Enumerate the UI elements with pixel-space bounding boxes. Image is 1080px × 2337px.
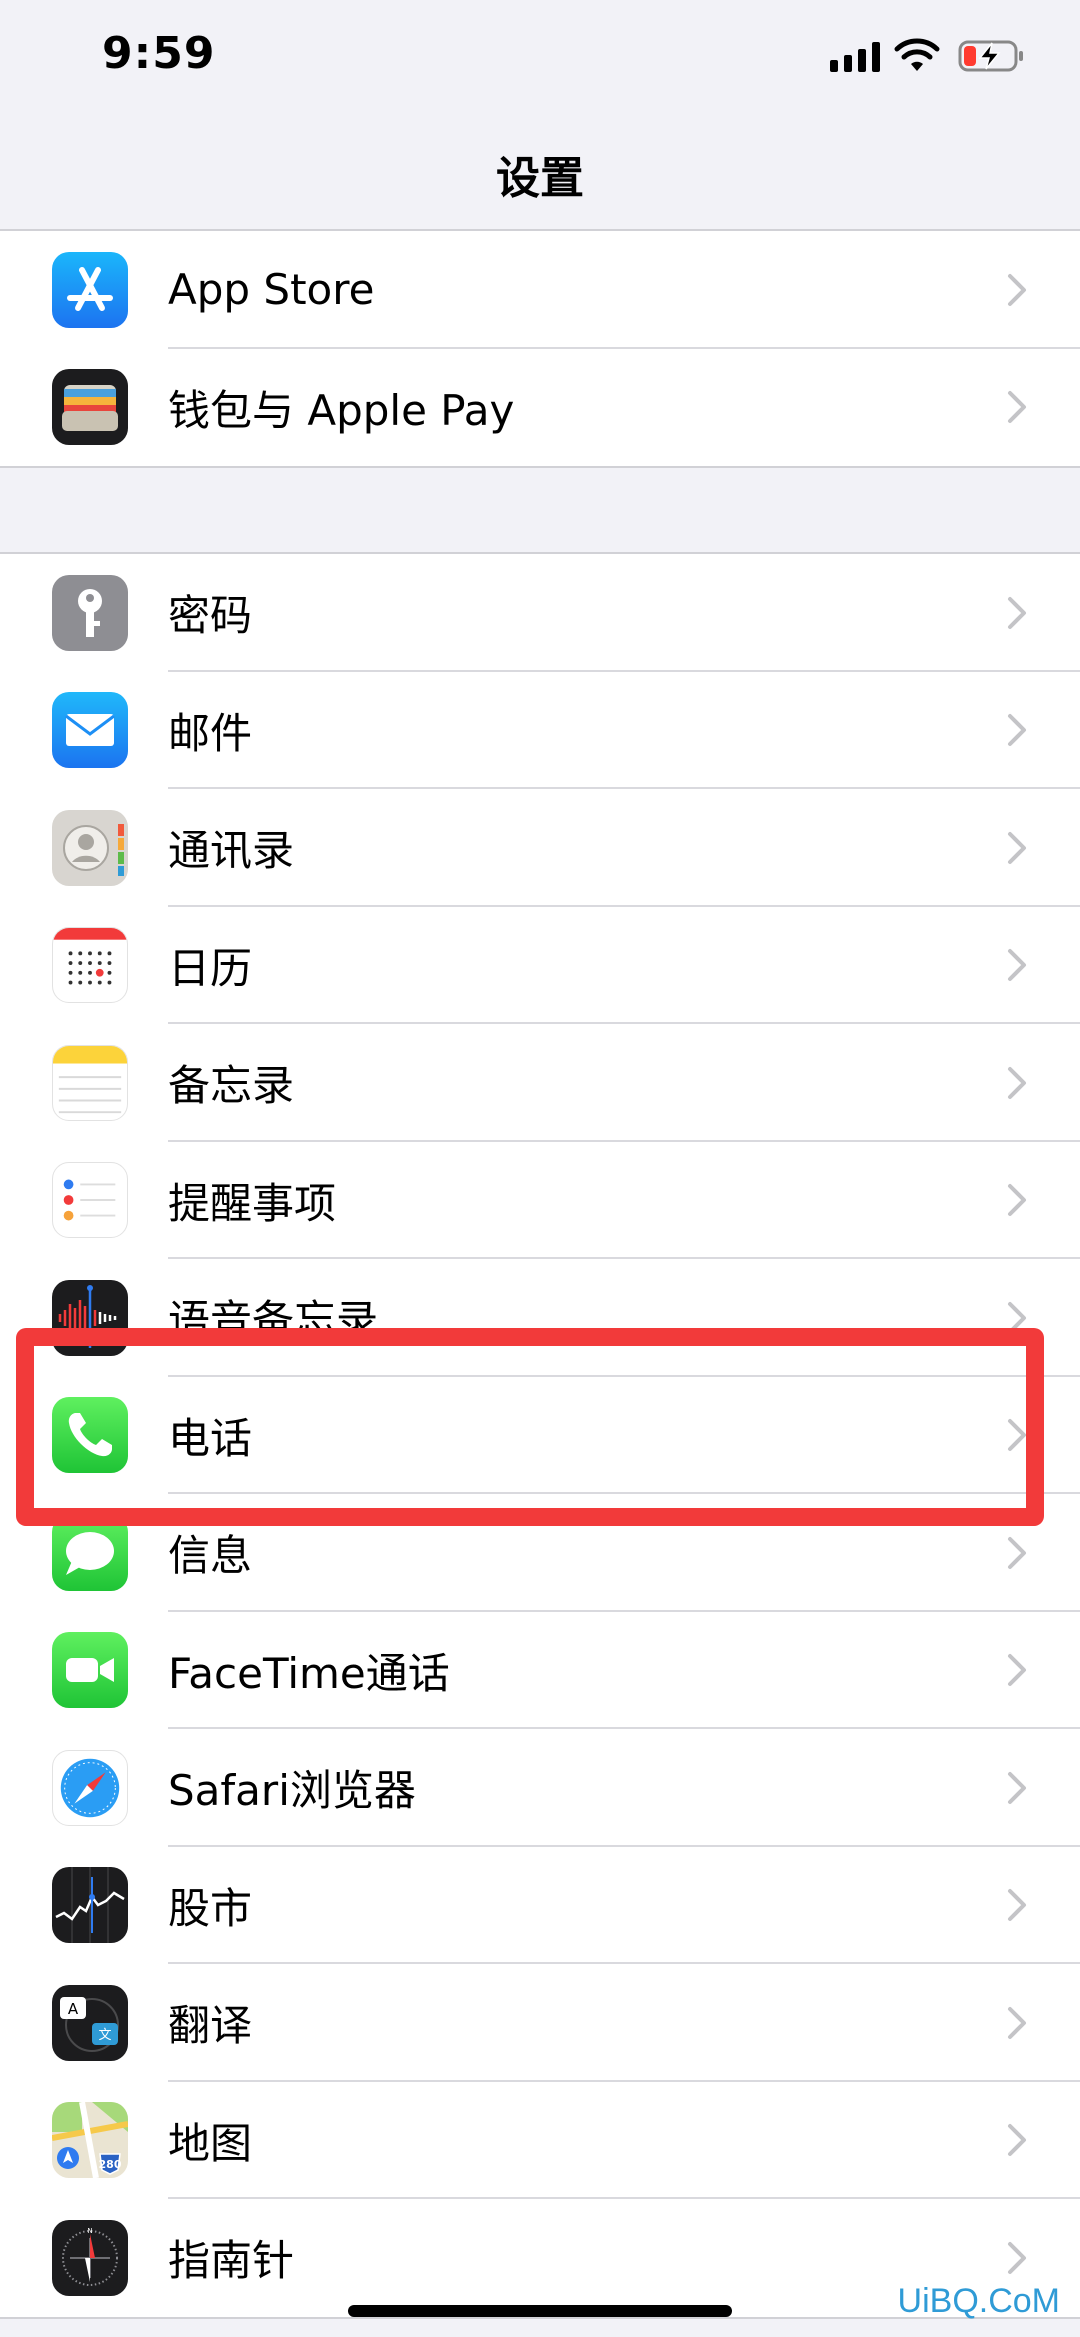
settings-row-label: 地图 [168,2118,253,2168]
settings-row-label: 钱包与 Apple Pay [168,385,515,435]
settings-row-mail[interactable]: 邮件 [0,672,1080,789]
page-title: 设置 [496,153,584,204]
settings-row-label: 邮件 [168,708,253,758]
svg-text:文: 文 [98,2028,111,2043]
notes-icon [52,1044,128,1121]
settings-row-label: 股市 [168,1883,253,1933]
settings-row-calendar[interactable]: 日历 [0,907,1080,1024]
settings-row-contacts[interactable]: 通讯录 [0,789,1080,907]
settings-row-stocks[interactable]: 股市 [0,1847,1080,1964]
settings-row-label: 通讯录 [168,826,295,876]
settings-row-label: 提醒事项 [168,1178,337,1228]
settings-row-facetime[interactable]: FaceTime通话 [0,1612,1080,1729]
app-store-icon [52,251,128,328]
settings-row-label: FaceTime通话 [168,1648,450,1698]
mail-icon [52,692,128,769]
wallet-icon [52,369,128,446]
chevron-right-icon [1008,391,1026,424]
facetime-icon [52,1632,128,1709]
settings-row-label: 密码 [168,591,253,641]
compass-icon: N [52,2219,128,2296]
reminders-icon [52,1162,128,1239]
key-icon [52,574,128,651]
watermark-text: UiBQ.CoM [897,2282,1060,2320]
battery-charging-icon [958,40,1023,72]
settings-row-safari[interactable]: Safari浏览器 [0,1729,1080,1847]
svg-text:280: 280 [99,2158,122,2171]
wifi-icon [894,38,940,71]
settings-row-label: Safari浏览器 [168,1766,416,1816]
chevron-right-icon [1008,2241,1026,2274]
svg-text:N: N [87,2227,92,2235]
settings-row-notes[interactable]: 备忘录 [0,1024,1080,1142]
settings-row-label: 指南针 [168,2236,295,2286]
cellular-signal-icon [830,42,880,72]
chevron-right-icon [1008,596,1026,629]
home-indicator[interactable] [348,2305,732,2317]
settings-row-label: App Store [168,265,375,315]
messages-icon [52,1514,128,1591]
chevron-right-icon [1008,1889,1026,1922]
stocks-icon [52,1867,128,1944]
status-time: 9:59 [102,28,216,79]
maps-icon: 280 [52,2102,128,2179]
settings-row-label: 翻译 [168,2001,253,2051]
settings-row-wallet[interactable]: 钱包与 Apple Pay [0,349,1080,467]
chevron-right-icon [1008,831,1026,864]
calendar-icon [52,927,128,1004]
translate-icon: A 文 [52,1984,128,2061]
settings-row-label: 备忘录 [168,1061,295,1111]
chevron-right-icon [1008,1654,1026,1687]
highlight-annotation-box [16,1328,1044,1526]
chevron-right-icon [1008,1536,1026,1569]
settings-row-translate[interactable]: A 文 翻译 [0,1964,1080,2082]
chevron-right-icon [1008,1066,1026,1099]
chevron-right-icon [1008,273,1026,306]
settings-group-store: App Store 钱包与 Apple Pay [0,229,1080,468]
contacts-icon [52,809,128,886]
settings-row-label: 日历 [168,943,253,993]
chevron-right-icon [1008,714,1026,747]
settings-row-app-store[interactable]: App Store [0,231,1080,349]
chevron-right-icon [1008,2124,1026,2157]
safari-compass-icon [52,1749,128,1826]
chevron-right-icon [1008,1184,1026,1217]
chevron-right-icon [1008,949,1026,982]
settings-row-passwords[interactable]: 密码 [0,554,1080,672]
settings-row-reminders[interactable]: 提醒事项 [0,1142,1080,1259]
svg-text:A: A [68,2000,79,2018]
settings-row-label: 信息 [168,1531,253,1581]
chevron-right-icon [1008,1771,1026,1804]
chevron-right-icon [1008,2006,1026,2039]
status-bar: 9:59 [0,0,1080,120]
settings-row-maps[interactable]: 280 地图 [0,2082,1080,2199]
